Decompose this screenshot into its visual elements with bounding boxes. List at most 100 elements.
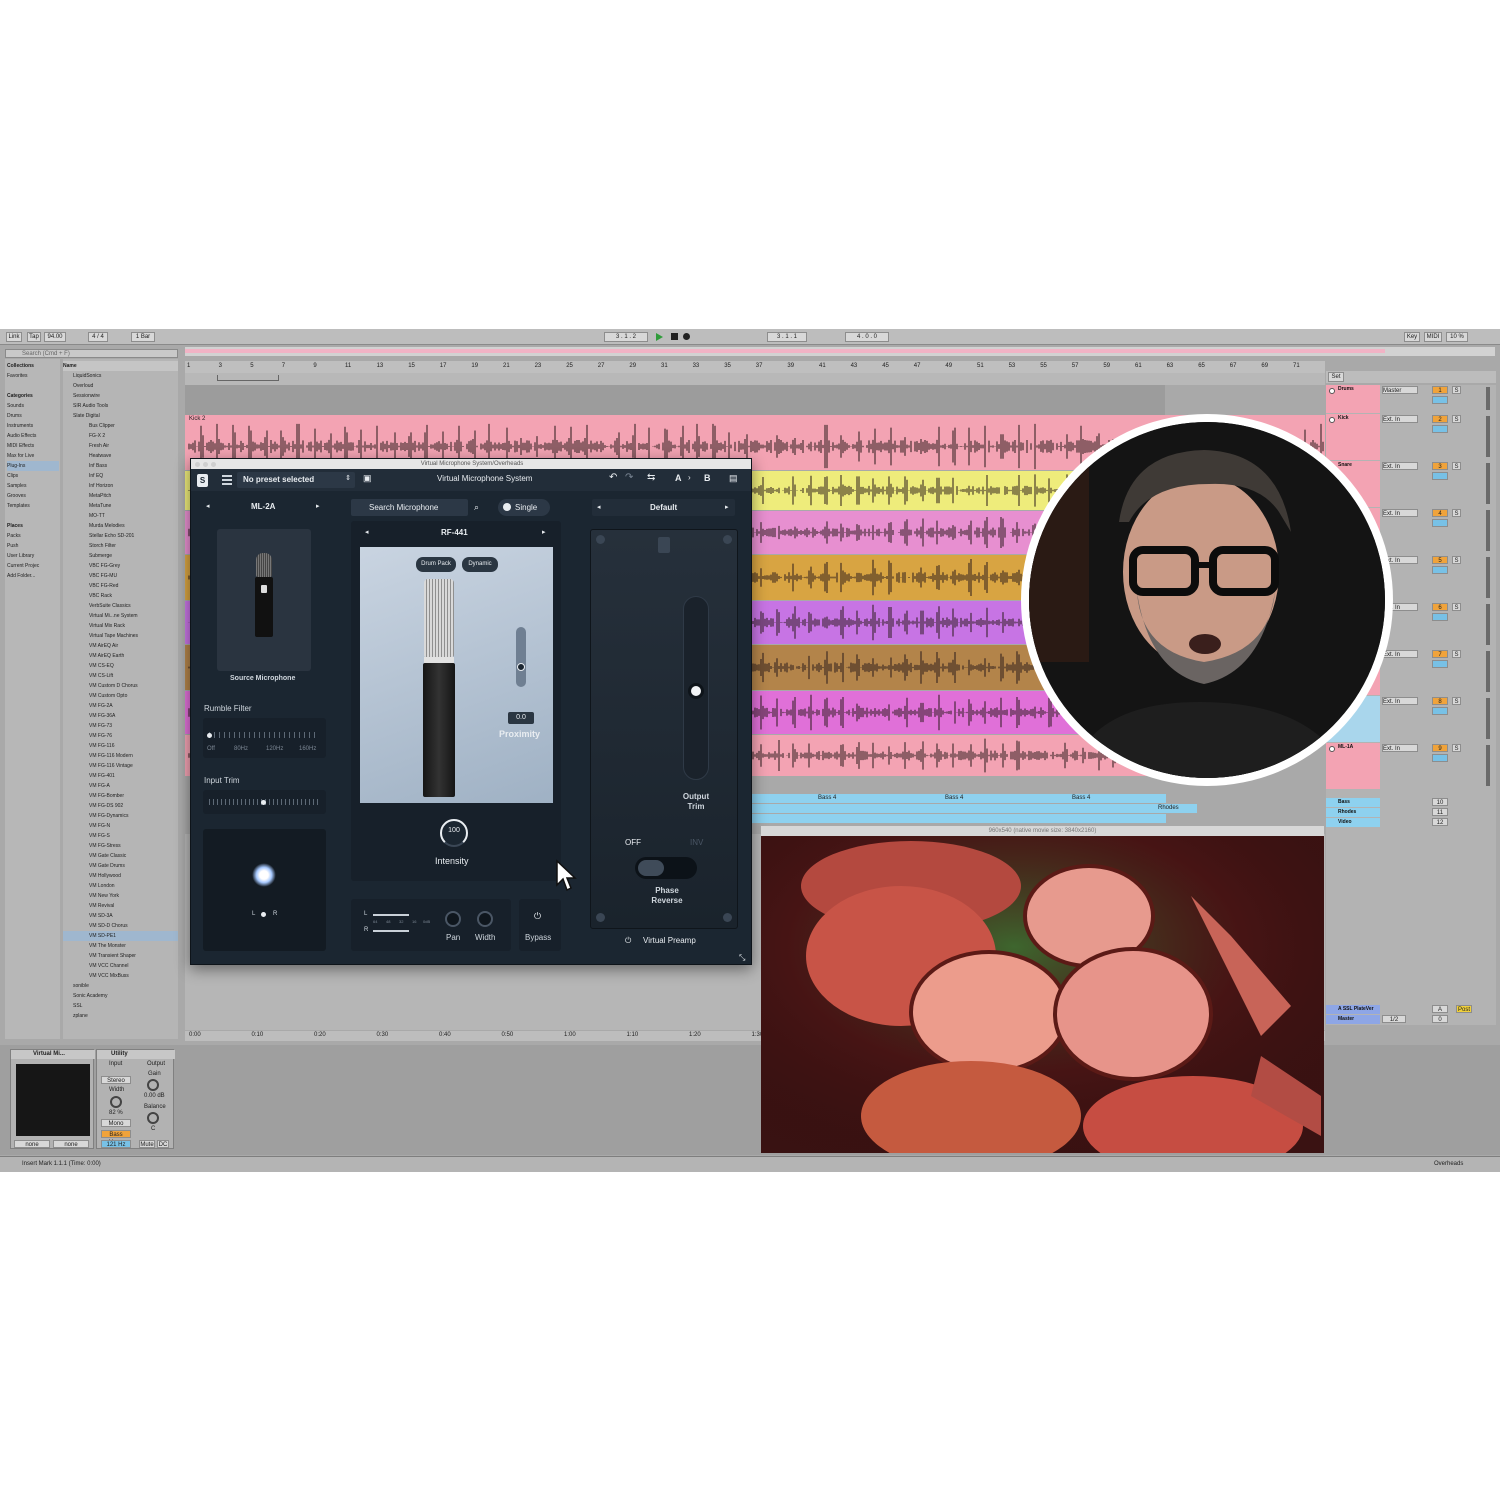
- plugin-item[interactable]: VM Revival: [63, 901, 178, 911]
- key-map-button[interactable]: Key: [1404, 332, 1420, 342]
- category-item[interactable]: Drums: [7, 411, 59, 421]
- plugin-item[interactable]: VBC FG-Red: [63, 581, 178, 591]
- plugin-item[interactable]: VM FG-76: [63, 731, 178, 741]
- rumble-filter-handle[interactable]: [207, 733, 212, 738]
- resize-handle-icon[interactable]: ⤡: [739, 953, 745, 963]
- rhodes-lane[interactable]: Rhodes: [752, 804, 1197, 813]
- drum-pack-tag[interactable]: Drum Pack: [416, 557, 456, 572]
- track-volume[interactable]: [1432, 425, 1448, 433]
- vendor-folder[interactable]: Slate Digital: [63, 411, 178, 421]
- source-mic-selector[interactable]: ◂ ML-2A ▸: [203, 499, 326, 515]
- compare-icon[interactable]: ⇆: [647, 472, 655, 483]
- prev-arrow-icon[interactable]: ◂: [365, 528, 369, 536]
- category-item[interactable]: Templates: [7, 501, 59, 511]
- mixer-return-track[interactable]: Master 0: [1326, 1015, 1496, 1024]
- track-volume[interactable]: [1432, 519, 1448, 527]
- track-volume[interactable]: [1432, 754, 1448, 762]
- link-button[interactable]: Link: [6, 332, 22, 342]
- track-input-menu[interactable]: Ext. In: [1382, 415, 1418, 423]
- chat-icon[interactable]: ▤: [729, 473, 738, 484]
- input-trim-slider[interactable]: [203, 790, 326, 814]
- track-number-button[interactable]: 0: [1432, 1015, 1448, 1023]
- solo-button[interactable]: S: [1452, 462, 1461, 470]
- rumble-filter-slider[interactable]: Off 80Hz 120Hz 160Hz: [203, 718, 326, 758]
- proximity-value[interactable]: 0.0: [508, 712, 534, 724]
- category-item[interactable]: Plug-Ins: [7, 461, 59, 471]
- plugin-item[interactable]: Murda Melodies: [63, 521, 178, 531]
- preset-selector[interactable]: No preset selected ⇕: [237, 472, 355, 488]
- balance-knob[interactable]: [147, 1112, 159, 1124]
- plugin-item[interactable]: VM FG-A: [63, 781, 178, 791]
- solo-button[interactable]: S: [1452, 650, 1461, 658]
- plugin-item[interactable]: VM FG-2A: [63, 701, 178, 711]
- plugin-item[interactable]: VM Gate Drums: [63, 861, 178, 871]
- midi-map-button[interactable]: MIDI: [1424, 332, 1442, 342]
- track-input-menu[interactable]: Master: [1382, 386, 1418, 394]
- name-column-header[interactable]: Name: [63, 361, 178, 371]
- vendor-folder[interactable]: SIR Audio Tools: [63, 401, 178, 411]
- arrangement-overview[interactable]: [185, 347, 1495, 356]
- track-number-button[interactable]: A: [1432, 1005, 1448, 1013]
- width-knob[interactable]: [110, 1096, 122, 1108]
- width-knob[interactable]: [477, 911, 493, 927]
- track-activator-icon[interactable]: [1329, 417, 1335, 423]
- track-number-button[interactable]: 7: [1432, 650, 1448, 658]
- plugin-item[interactable]: Virtual Mi...ne System: [63, 611, 178, 621]
- intensity-knob[interactable]: 100: [438, 817, 470, 849]
- quantize-menu[interactable]: 1 Bar: [131, 332, 155, 342]
- track-number-button[interactable]: 5: [1432, 556, 1448, 564]
- mute-button[interactable]: Mute: [139, 1140, 155, 1148]
- gain-knob[interactable]: [147, 1079, 159, 1091]
- track-activator-icon[interactable]: [1329, 388, 1335, 394]
- undo-icon[interactable]: ↶: [609, 472, 617, 483]
- arrangement-position[interactable]: 3 . 1 . 2: [604, 332, 648, 342]
- plugin-item[interactable]: VM AirEQ Earth: [63, 651, 178, 661]
- single-toggle[interactable]: Single: [498, 499, 550, 516]
- bypass-button[interactable]: ⏻ Bypass: [519, 899, 561, 951]
- loop-start-field[interactable]: 3 . 1 . 1: [767, 332, 807, 342]
- browser-search-input[interactable]: Search (Cmd + F): [5, 349, 178, 358]
- bass-mono-button[interactable]: Bass Mono: [101, 1130, 131, 1146]
- mixer-track[interactable]: Kick Ext. In 2 S: [1326, 414, 1496, 460]
- plugin-item[interactable]: VM FG-Bomber: [63, 791, 178, 801]
- category-item[interactable]: Grooves: [7, 491, 59, 501]
- track-volume[interactable]: [1432, 613, 1448, 621]
- track-input-menu[interactable]: Ext. In: [1382, 697, 1418, 705]
- proximity-handle[interactable]: [517, 663, 525, 671]
- time-signature-field[interactable]: 4 / 4: [88, 332, 108, 342]
- plugin-item[interactable]: VM CS-EQ: [63, 661, 178, 671]
- category-item[interactable]: Samples: [7, 481, 59, 491]
- loop-length-field[interactable]: 4 . 0 . 0: [845, 332, 889, 342]
- track-number-button[interactable]: 12: [1432, 818, 1448, 826]
- plugin-item[interactable]: VM VCC MixBuss: [63, 971, 178, 981]
- plugin-item[interactable]: VM FG-116 Vintage: [63, 761, 178, 771]
- drums-group-lane[interactable]: [185, 385, 1165, 415]
- video-lane[interactable]: [752, 814, 1166, 823]
- place-item[interactable]: Push: [7, 541, 59, 551]
- track-number-button[interactable]: 9: [1432, 744, 1448, 752]
- plugin-item[interactable]: MetaTune: [63, 501, 178, 511]
- drum-kit-video-frame[interactable]: [761, 836, 1324, 1153]
- category-item[interactable]: Max for Live: [7, 451, 59, 461]
- solo-button[interactable]: S: [1452, 603, 1461, 611]
- plugin-item[interactable]: VM The Monster: [63, 941, 178, 951]
- plugin-item[interactable]: MetaPitch: [63, 491, 178, 501]
- track-input-menu[interactable]: Ext. In: [1382, 462, 1418, 470]
- stereo-dot[interactable]: [261, 912, 266, 917]
- next-arrow-icon[interactable]: ▸: [542, 528, 546, 536]
- plugin-item[interactable]: VM SD-D Chorus: [63, 921, 178, 931]
- plugin-item[interactable]: Stellar Echo SD-201: [63, 531, 178, 541]
- dc-button[interactable]: DC: [157, 1140, 169, 1148]
- search-icon[interactable]: ⌕: [474, 502, 479, 513]
- pan-knob[interactable]: [445, 911, 461, 927]
- track-activator-icon[interactable]: [1329, 746, 1335, 752]
- track-number-button[interactable]: 11: [1432, 808, 1448, 816]
- plugin-item[interactable]: VBC FG-MU: [63, 571, 178, 581]
- solo-button[interactable]: S: [1452, 509, 1461, 517]
- solo-button[interactable]: S: [1452, 744, 1461, 752]
- next-arrow-icon[interactable]: ▸: [316, 502, 320, 510]
- target-mic-selector[interactable]: ◂ RF-441 ▸: [351, 525, 561, 541]
- track-input-menu[interactable]: Ext. In: [1382, 650, 1418, 658]
- phase-reverse-switch[interactable]: [635, 857, 697, 879]
- zoom-window-button[interactable]: [211, 462, 216, 467]
